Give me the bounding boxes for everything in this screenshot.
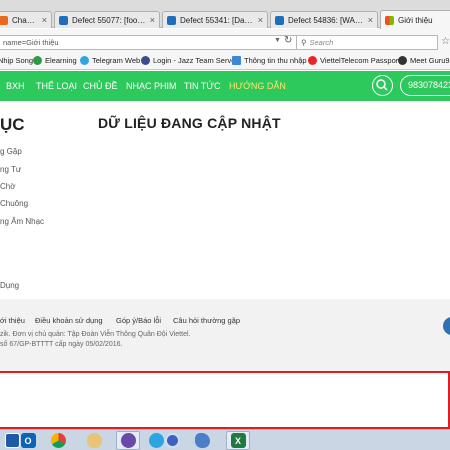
highlight-box	[0, 371, 450, 429]
chrome-icon[interactable]	[46, 431, 70, 450]
firefox-tab-icon	[0, 15, 8, 25]
sidebar-title: ỤC	[0, 115, 25, 134]
elearning-icon	[33, 56, 42, 65]
footer-owner-text: zik. Đơn vị chủ quản: Tập Đoàn Viễn Thôn…	[0, 331, 191, 338]
bookmark-elearning[interactable]: Elearning	[33, 56, 77, 65]
helper-icon[interactable]	[160, 431, 184, 450]
paint-icon[interactable]	[82, 431, 106, 450]
grid-icon	[232, 56, 241, 65]
navigation-toolbar: name=Giới thiệu ▼ ↻ ⚲ Search ☆	[0, 29, 450, 53]
sidebar-item[interactable]: g Gặp	[0, 147, 22, 156]
bookmark-label: Telegram Web	[92, 56, 141, 65]
tab-label: Giới thiệu	[398, 15, 433, 25]
footer-license-text: số 67/GP-BTTTT cấp ngày 05/02/2016.	[0, 341, 123, 348]
close-icon[interactable]: ×	[258, 15, 263, 25]
viettel-icon	[308, 56, 317, 65]
search-glyph	[376, 79, 388, 91]
sidebar-item[interactable]: Chuông	[0, 199, 28, 208]
firefox-icon[interactable]	[116, 431, 140, 450]
bookmark-thong-tin-thu-nhap[interactable]: Thông tin thu nhập	[232, 56, 307, 65]
sidebar-item[interactable]: Dụng	[0, 281, 19, 290]
footer-link-dieu-khoan[interactable]: Điều khoản sử dụng	[35, 316, 103, 325]
reload-icon[interactable]: ↻	[284, 35, 292, 46]
close-icon[interactable]: ×	[42, 15, 47, 25]
phone-button[interactable]: 983078423	[400, 75, 450, 96]
search-input[interactable]: ⚲ Search	[296, 35, 438, 50]
close-icon[interactable]: ×	[368, 15, 373, 25]
search-icon: ⚲	[301, 38, 307, 47]
bookmark-label: Nhịp Song	[0, 56, 34, 65]
sidebar-item[interactable]: ng Âm Nhạc	[0, 217, 44, 226]
bookmark-label: Thông tin thu nhập	[244, 56, 307, 65]
tab-label: Defect 55341: [Danh s...	[180, 15, 255, 25]
tab-defect-55341[interactable]: Defect 55341: [Danh s... ×	[162, 11, 268, 28]
telegram-icon	[80, 56, 89, 65]
bookmark-viettel-passport[interactable]: ViettelTelecom Passport	[308, 56, 400, 65]
page-title: DỮ LIỆU ĐANG CẬP NHẬT	[98, 115, 281, 131]
bookmark-telegram[interactable]: Telegram Web	[80, 56, 140, 65]
tab-defect-54836[interactable]: Defect 54836: [WAP][T... ×	[270, 11, 378, 28]
menu-bxh[interactable]: BXH	[6, 81, 25, 91]
bookmark-nhip-song[interactable]: Nhịp Song	[0, 56, 33, 65]
footer-link-gop-y[interactable]: Góp ý/Báo lỗi	[116, 316, 161, 325]
sidebar-item[interactable]: Chờ	[0, 182, 15, 191]
defect-tab-icon	[59, 15, 68, 25]
tab-label: Change ...	[12, 15, 39, 25]
windows-tab-icon	[385, 15, 394, 25]
sidebar-item[interactable]: ng Tư	[0, 165, 21, 174]
bookmark-label: Elearning	[45, 56, 77, 65]
dolphin-icon[interactable]	[190, 431, 214, 450]
close-icon[interactable]: ×	[150, 15, 155, 25]
tab-label: Defect 55077: [footer ...	[72, 15, 147, 25]
excel-icon[interactable]: X	[226, 431, 250, 450]
menu-chu-de[interactable]: CHỦ ĐỀ	[83, 81, 118, 91]
footer-link-gioi-thieu[interactable]: ới thiệu	[0, 316, 25, 325]
bookmarks-bar: Nhịp Song Elearning Telegram Web Login -…	[0, 53, 450, 70]
search-icon[interactable]	[372, 75, 393, 96]
tab-change[interactable]: Change ... ×	[0, 11, 52, 28]
chevron-down-icon[interactable]: ▼	[274, 37, 281, 44]
bookmark-guru99[interactable]: Meet Guru99	[398, 56, 450, 65]
bookmark-star-icon[interactable]: ☆	[441, 36, 450, 47]
menu-the-loai[interactable]: THỂ LOẠI	[36, 81, 77, 91]
footer-link-cau-hoi[interactable]: Câu hỏi thường gặp	[173, 316, 240, 325]
tab-gioi-thieu[interactable]: Giới thiệu	[380, 10, 450, 29]
outlook-icon[interactable]: O	[16, 431, 40, 450]
tab-label: Defect 54836: [WAP][T...	[288, 15, 365, 25]
menu-tin-tuc[interactable]: TIN TỨC	[184, 81, 221, 91]
jazz-icon	[141, 56, 150, 65]
defect-tab-icon	[275, 15, 284, 25]
tab-defect-55077[interactable]: Defect 55077: [footer ... ×	[54, 11, 160, 28]
url-bar[interactable]: name=Giới thiệu	[0, 35, 298, 50]
defect-tab-icon	[167, 15, 176, 25]
bookmark-jazz[interactable]: Login - Jazz Team Server	[141, 56, 238, 65]
bookmark-label: ViettelTelecom Passport	[320, 56, 401, 65]
menu-nhac-phim[interactable]: NHẠC PHIM	[126, 81, 177, 91]
bookmark-label: Meet Guru99	[410, 56, 450, 65]
taskbar: O X	[0, 429, 450, 450]
scroll-top-button[interactable]	[443, 317, 450, 335]
search-placeholder: Search	[309, 38, 334, 47]
menu-huong-dan[interactable]: HƯỚNG DẪN	[229, 81, 286, 91]
site-navigation: BXH THỂ LOẠI CHỦ ĐỀ NHẠC PHIM TIN TỨC HƯ…	[0, 71, 450, 101]
bookmark-label: Login - Jazz Team Server	[153, 56, 238, 65]
site-footer: ới thiệu Điều khoản sử dụng Góp ý/Báo lỗ…	[0, 299, 450, 372]
guru99-icon	[398, 56, 407, 65]
browser-tab-strip: Change ... × Defect 55077: [footer ... ×…	[0, 0, 450, 29]
